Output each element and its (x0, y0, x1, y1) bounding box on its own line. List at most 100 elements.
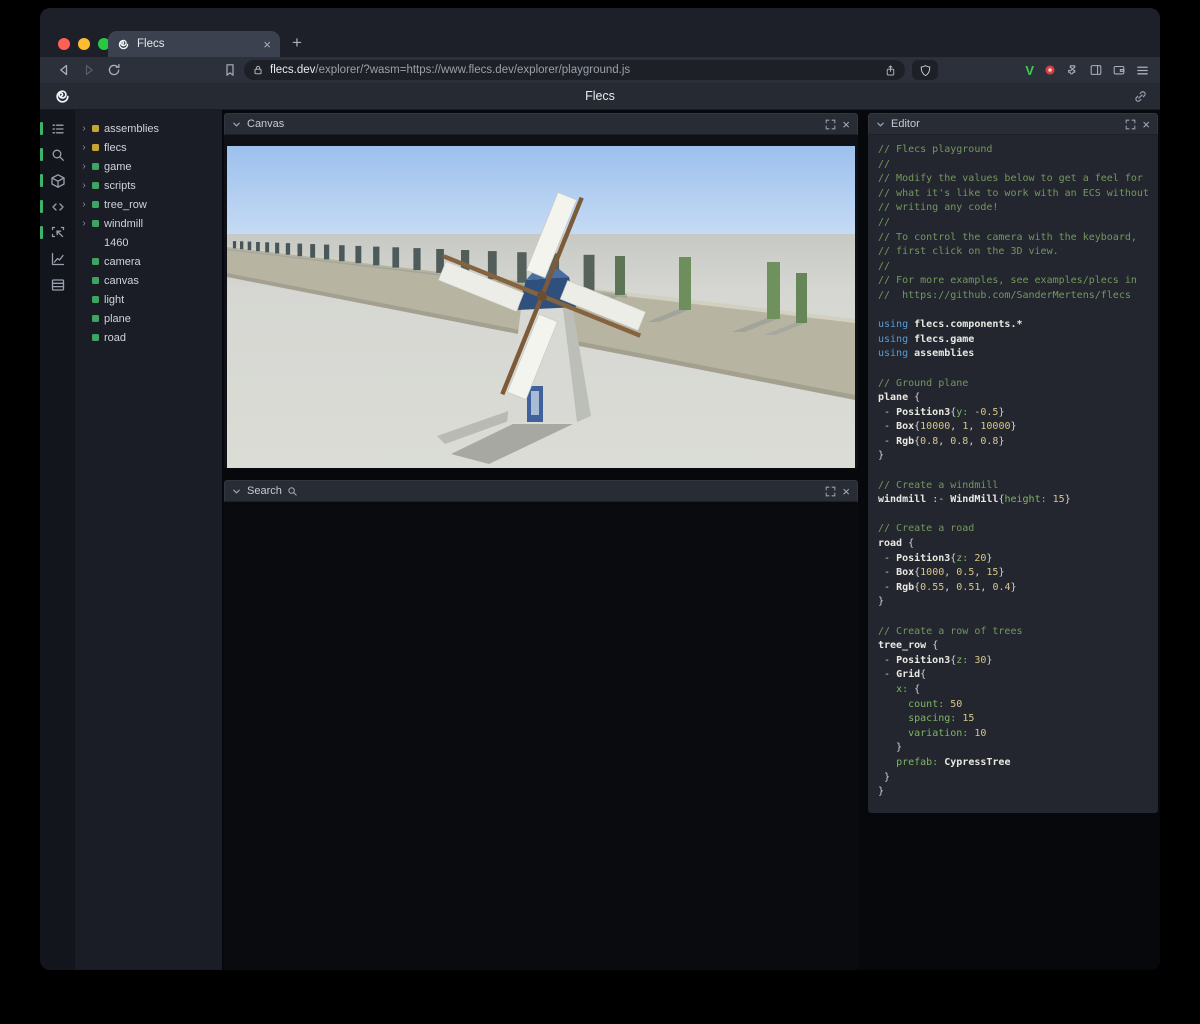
sidebar-toggle-icon[interactable] (1089, 63, 1103, 77)
chevron-down-icon[interactable] (876, 120, 885, 129)
code-line: tree_row { (878, 640, 939, 652)
tree-item-1460[interactable]: 1460 (75, 233, 222, 252)
search-panel-header[interactable]: Search × (224, 480, 858, 502)
tree-item-camera[interactable]: camera (75, 252, 222, 271)
code-line: // For more examples, see examples/plecs… (878, 275, 1137, 287)
code-line: plane { (878, 392, 921, 404)
browser-tab[interactable]: Flecs × (108, 31, 280, 57)
tree-item-tree_row[interactable]: › tree_row (75, 195, 222, 214)
chevron-right-icon[interactable]: › (81, 218, 87, 229)
rail-button-entities[interactable] (40, 116, 75, 142)
tree-item-light[interactable]: light (75, 290, 222, 309)
chevron-right-icon[interactable]: › (81, 161, 87, 172)
close-icon[interactable]: × (1142, 118, 1150, 131)
menu-icon[interactable] (1135, 63, 1150, 78)
search-panel-title: Search (247, 485, 282, 497)
entity-color-icon (92, 125, 99, 132)
active-indicator (40, 122, 43, 135)
tree-item-label: light (104, 293, 125, 306)
address-bar[interactable]: flecs.dev/explorer/?wasm=https://www.fle… (244, 60, 905, 80)
wallet-icon[interactable] (1112, 63, 1126, 77)
red-extension-icon[interactable] (1043, 63, 1057, 77)
editor-panel-header[interactable]: Editor × (868, 113, 1158, 135)
code-line: count: 50 (908, 698, 963, 710)
bookmark-icon[interactable] (222, 62, 238, 78)
vimium-extension-icon[interactable]: V (1025, 63, 1034, 78)
code-line: // Create a row of trees (878, 625, 1023, 637)
fullscreen-icon[interactable] (825, 119, 836, 130)
search-panel: Search × (224, 480, 858, 970)
fullscreen-icon[interactable] (825, 486, 836, 497)
canvas-panel-header[interactable]: Canvas × (224, 113, 858, 135)
search-results-area[interactable] (224, 502, 858, 970)
tree-item-label: tree_row (104, 198, 147, 211)
rail-button-search[interactable] (40, 142, 75, 168)
left-icon-rail (40, 110, 75, 970)
new-tab-button[interactable]: + (292, 33, 302, 53)
code-line: x: { (896, 683, 921, 695)
code-line: } (878, 771, 891, 783)
code-line: // (878, 260, 891, 272)
tree-item-label: plane (104, 312, 131, 325)
entity-color-icon (92, 296, 99, 303)
editor-panel-title: Editor (891, 118, 920, 130)
tree-item-road[interactable]: road (75, 328, 222, 347)
share-link-icon[interactable] (1133, 89, 1148, 104)
active-indicator (40, 148, 43, 161)
rail-button-inspect[interactable] (40, 220, 75, 246)
back-icon[interactable] (56, 62, 72, 78)
code-line: } (878, 596, 885, 608)
tab-strip: Flecs × + (40, 8, 1160, 57)
tree-item-label: flecs (104, 141, 127, 154)
components-icon (50, 173, 66, 189)
flecs-logo-icon[interactable] (54, 88, 71, 105)
tab-close-icon[interactable]: × (263, 38, 271, 51)
tree-item-canvas[interactable]: canvas (75, 271, 222, 290)
url-host: flecs.dev (270, 64, 316, 76)
share-icon[interactable] (884, 64, 897, 77)
tree-item-scripts[interactable]: › scripts (75, 176, 222, 195)
chevron-down-icon[interactable] (232, 120, 241, 129)
entity-color-icon (92, 163, 99, 170)
canvas-3d-scene[interactable] (227, 146, 855, 468)
close-window-button[interactable] (58, 38, 70, 50)
page-title: Flecs (585, 89, 615, 103)
reload-icon[interactable] (106, 62, 122, 78)
code-line: // Ground plane (878, 377, 969, 389)
rail-button-scripts[interactable] (40, 194, 75, 220)
tree-item-game[interactable]: › game (75, 157, 222, 176)
url-text: flecs.dev/explorer/?wasm=https://www.fle… (270, 64, 878, 76)
code-line: variation: 10 (908, 727, 987, 739)
extensions-puzzle-icon[interactable] (1066, 63, 1080, 77)
chevron-right-icon[interactable]: › (81, 199, 87, 210)
tree-item-flecs[interactable]: › flecs (75, 138, 222, 157)
fullscreen-icon[interactable] (1125, 119, 1136, 130)
chevron-right-icon[interactable]: › (81, 123, 87, 134)
entity-color-icon (92, 258, 99, 265)
tree-item-assemblies[interactable]: › assemblies (75, 119, 222, 138)
chevron-right-icon[interactable]: › (81, 180, 87, 191)
code-line: } (878, 786, 885, 798)
close-icon[interactable]: × (842, 118, 850, 131)
close-icon[interactable]: × (842, 485, 850, 498)
rail-button-charts[interactable] (40, 246, 75, 272)
charts-icon (50, 251, 66, 267)
code-editor[interactable]: // Flecs playground // // Modify the value… (868, 135, 1158, 813)
chevron-right-icon[interactable]: › (81, 142, 87, 153)
rail-button-components[interactable] (40, 168, 75, 194)
tree-item-windmill[interactable]: › windmill (75, 214, 222, 233)
code-line: // Modify the values below to get a feel… (878, 173, 1143, 185)
brave-shield-button[interactable] (912, 60, 938, 80)
minimize-window-button[interactable] (78, 38, 90, 50)
tree-item-plane[interactable]: plane (75, 309, 222, 328)
code-line: - Grid{ (878, 669, 927, 681)
chevron-down-icon[interactable] (232, 487, 241, 496)
forward-icon[interactable] (81, 62, 97, 78)
entity-color-icon (92, 277, 99, 284)
search-icon (50, 147, 66, 163)
code-line: - Box{1000, 0.5, 15} (878, 567, 1005, 579)
code-line: // Flecs playground (878, 144, 993, 155)
rail-button-tables[interactable] (40, 272, 75, 298)
